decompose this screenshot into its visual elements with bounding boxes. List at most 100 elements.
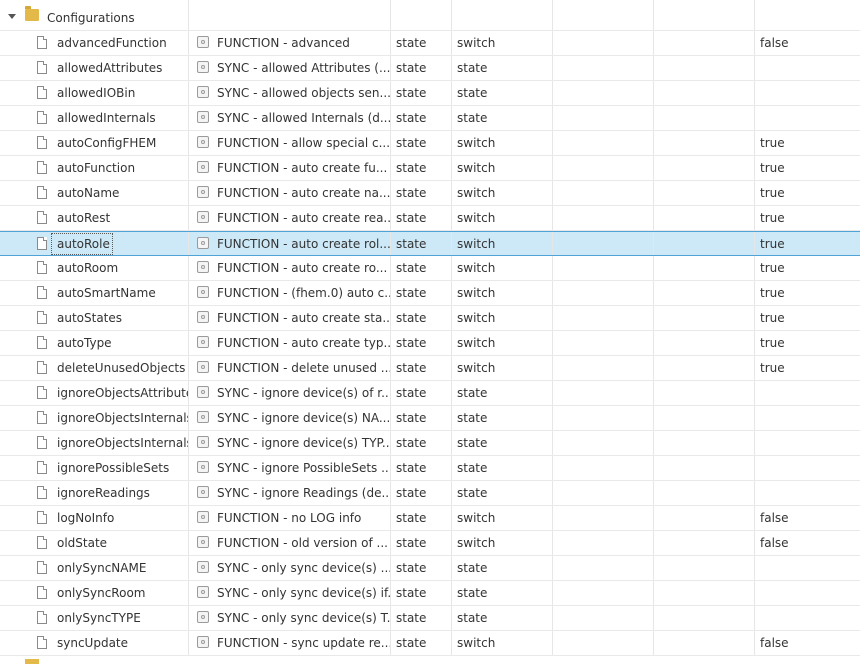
value-cell[interactable]: true [755,356,860,380]
table-row[interactable]: syncUpdate FUNCTION - sync update re... st… [0,631,860,656]
room-cell[interactable] [553,456,654,480]
description-cell[interactable]: FUNCTION - auto create sta... [189,306,391,330]
room-cell[interactable] [553,181,654,205]
type-cell[interactable]: state [391,206,452,230]
room-cell[interactable] [553,381,654,405]
type-cell[interactable]: state [391,106,452,130]
function-cell[interactable] [654,431,755,455]
room-cell[interactable] [553,156,654,180]
table-row[interactable]: autoRole FUNCTION - auto create rol... sta… [0,231,860,256]
room-cell[interactable] [553,531,654,555]
description-cell[interactable]: SYNC - only sync device(s) if... [189,581,391,605]
table-row[interactable]: autoSmartName FUNCTION - (fhem.0) auto c.… [0,281,860,306]
name-cell[interactable]: autoFunction [0,156,189,180]
table-row[interactable]: ignoreObjectsInternalsNAME SYNC - ignore … [0,406,860,431]
description-cell[interactable]: FUNCTION - auto create na... [189,181,391,205]
name-cell[interactable]: ignoreReadings [0,481,189,505]
function-cell[interactable] [654,256,755,280]
table-row[interactable]: allowedAttributes SYNC - allowed Attribut… [0,56,860,81]
name-cell[interactable]: allowedIOBin [0,81,189,105]
role-cell[interactable]: switch [452,156,553,180]
name-cell[interactable]: autoRole [0,232,189,255]
room-cell[interactable] [553,631,654,655]
value-cell[interactable] [755,556,860,580]
function-cell[interactable] [654,481,755,505]
description-cell[interactable]: FUNCTION - advanced [189,31,391,55]
role-cell[interactable]: switch [452,232,553,255]
name-cell[interactable]: allowedInternals [0,106,189,130]
name-cell[interactable]: autoRest [0,206,189,230]
description-cell[interactable]: SYNC - only sync device(s) ... [189,556,391,580]
value-cell[interactable]: false [755,531,860,555]
table-row[interactable]: autoRoom FUNCTION - auto create ro... stat… [0,256,860,281]
type-cell[interactable]: state [391,56,452,80]
role-cell[interactable]: state [452,56,553,80]
room-cell[interactable] [553,206,654,230]
description-cell[interactable]: FUNCTION - auto create rol... [189,232,391,255]
type-cell[interactable]: state [391,531,452,555]
value-cell[interactable] [755,456,860,480]
description-cell[interactable]: FUNCTION - no LOG info [189,506,391,530]
value-cell[interactable]: true [755,306,860,330]
value-cell[interactable]: true [755,281,860,305]
value-cell[interactable] [755,606,860,630]
value-cell[interactable] [755,581,860,605]
room-cell[interactable] [553,356,654,380]
name-cell[interactable]: autoStates [0,306,189,330]
value-cell[interactable]: false [755,506,860,530]
type-cell[interactable]: state [391,281,452,305]
function-cell[interactable] [654,131,755,155]
function-cell[interactable] [654,106,755,130]
type-cell[interactable]: state [391,581,452,605]
description-cell[interactable]: SYNC - ignore Readings (de... [189,481,391,505]
function-cell[interactable] [654,56,755,80]
description-cell[interactable]: FUNCTION - auto create ro... [189,256,391,280]
value-cell[interactable]: false [755,31,860,55]
function-cell[interactable] [654,156,755,180]
role-cell[interactable]: state [452,106,553,130]
folder-row-configurations[interactable]: Configurations [0,0,860,31]
function-cell[interactable] [654,206,755,230]
role-cell[interactable]: switch [452,356,553,380]
name-cell[interactable]: autoConfigFHEM [0,131,189,155]
type-cell[interactable]: state [391,406,452,430]
table-row[interactable]: autoRest FUNCTION - auto create rea... sta… [0,206,860,231]
role-cell[interactable]: switch [452,631,553,655]
type-cell[interactable]: state [391,556,452,580]
role-cell[interactable]: switch [452,131,553,155]
value-cell[interactable] [755,381,860,405]
function-cell[interactable] [654,606,755,630]
function-cell[interactable] [654,81,755,105]
type-cell[interactable]: state [391,381,452,405]
type-cell[interactable]: state [391,506,452,530]
description-cell[interactable]: SYNC - allowed Attributes (... [189,56,391,80]
room-cell[interactable] [553,431,654,455]
name-cell[interactable]: ignoreObjectsInternalsTYPE [0,431,189,455]
role-cell[interactable]: state [452,556,553,580]
function-cell[interactable] [654,456,755,480]
table-row[interactable]: onlySyncRoom SYNC - only sync device(s) i… [0,581,860,606]
table-row[interactable]: autoType FUNCTION - auto create typ... sta… [0,331,860,356]
type-cell[interactable]: state [391,456,452,480]
value-cell[interactable] [755,481,860,505]
name-cell[interactable]: autoSmartName [0,281,189,305]
table-row[interactable]: logNoInfo FUNCTION - no LOG info state swit… [0,506,860,531]
role-cell[interactable]: state [452,581,553,605]
table-row[interactable]: ignoreObjectsInternalsTYPE SYNC - ignore … [0,431,860,456]
name-cell[interactable]: oldState [0,531,189,555]
type-cell[interactable]: state [391,31,452,55]
name-cell[interactable]: onlySyncRoom [0,581,189,605]
name-cell[interactable]: syncUpdate [0,631,189,655]
description-cell[interactable]: FUNCTION - auto create rea... [189,206,391,230]
name-cell[interactable]: deleteUnusedObjects [0,356,189,380]
table-row[interactable]: ignoreObjectsAttributes SYNC - ignore dev… [0,381,860,406]
role-cell[interactable]: switch [452,256,553,280]
description-cell[interactable]: SYNC - ignore PossibleSets ... [189,456,391,480]
room-cell[interactable] [553,256,654,280]
table-row[interactable]: autoFunction FUNCTION - auto create fu...… [0,156,860,181]
description-cell[interactable]: SYNC - allowed Internals (d... [189,106,391,130]
name-cell[interactable]: ignorePossibleSets [0,456,189,480]
room-cell[interactable] [553,81,654,105]
type-cell[interactable]: state [391,356,452,380]
role-cell[interactable]: switch [452,531,553,555]
